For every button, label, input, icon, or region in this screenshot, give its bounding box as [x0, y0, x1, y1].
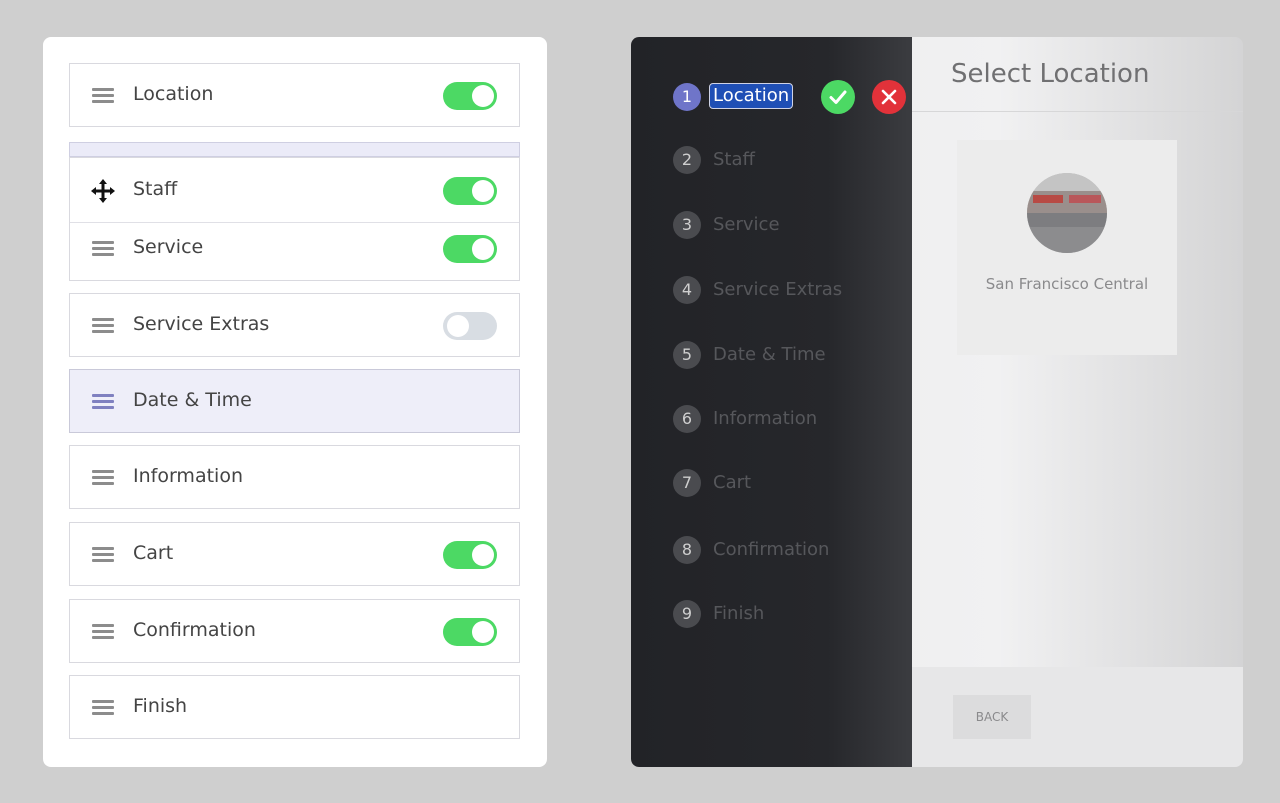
step-number: 2: [673, 146, 701, 174]
drag-handle-icon[interactable]: [92, 624, 114, 640]
step-label-editing[interactable]: Location: [709, 83, 794, 109]
location-name: San Francisco Central: [985, 275, 1149, 293]
step-label: Service Extras: [713, 279, 843, 300]
page-title: Select Location: [951, 59, 1150, 89]
footer-bar: BACK: [912, 667, 1243, 767]
toggle-knob: [472, 180, 494, 202]
drag-handle-icon[interactable]: [92, 700, 114, 716]
step-number: 5: [673, 341, 701, 369]
list-item-finish[interactable]: Finish: [69, 675, 520, 739]
drop-placeholder: [69, 142, 520, 157]
step-number: 1: [673, 83, 701, 111]
list-item-label: Confirmation: [133, 619, 256, 641]
list-item-information[interactable]: Information: [69, 445, 520, 509]
move-cursor-icon: [91, 179, 115, 203]
back-button[interactable]: BACK: [953, 695, 1031, 739]
cancel-edit-button[interactable]: [872, 80, 906, 114]
toggle-switch[interactable]: [443, 312, 497, 340]
location-photo: [1027, 173, 1107, 253]
step-label: Information: [713, 408, 818, 429]
list-item-confirmation[interactable]: Confirmation: [69, 599, 520, 663]
drag-handle-icon[interactable]: [92, 88, 114, 104]
toggle-knob: [472, 544, 494, 566]
drag-handle-icon[interactable]: [92, 470, 114, 486]
list-item-staff-dragging[interactable]: Staff Service: [69, 157, 520, 281]
list-item-cart[interactable]: Cart: [69, 522, 520, 586]
list-item-label: Finish: [133, 695, 188, 717]
drag-handle-icon[interactable]: [92, 547, 114, 563]
step-label: Service: [713, 214, 780, 235]
toggle-switch[interactable]: [443, 177, 497, 205]
toggle-knob: [472, 85, 494, 107]
step-number: 6: [673, 405, 701, 433]
drag-handle-icon[interactable]: [92, 318, 114, 334]
list-item-label: Cart: [133, 542, 174, 564]
drag-handle-icon[interactable]: [92, 394, 114, 410]
step-order-panel: Location Staff Service Service Extras Da…: [43, 37, 547, 767]
toggle-knob: [472, 238, 494, 260]
list-item-location[interactable]: Location: [69, 63, 520, 127]
check-icon: [829, 90, 847, 104]
toggle-knob: [472, 621, 494, 643]
step-label: Cart: [713, 472, 752, 493]
step-label: Confirmation: [713, 539, 830, 560]
location-card[interactable]: San Francisco Central: [957, 140, 1177, 355]
step-number: 3: [673, 211, 701, 239]
list-item-label: Service: [133, 236, 204, 258]
list-item-label: Staff: [133, 178, 178, 200]
list-item-label: Location: [133, 83, 214, 105]
list-item-service-extras[interactable]: Service Extras: [69, 293, 520, 357]
step-label: Finish: [713, 603, 765, 624]
list-item-label: Date & Time: [133, 389, 252, 411]
toggle-switch[interactable]: [443, 82, 497, 110]
confirm-edit-button[interactable]: [821, 80, 855, 114]
header-divider: [912, 111, 1243, 112]
step-number: 9: [673, 600, 701, 628]
toggle-switch[interactable]: [443, 235, 497, 263]
step-number: 8: [673, 536, 701, 564]
list-item-label: Information: [133, 465, 243, 487]
drag-handle-icon[interactable]: [92, 241, 114, 257]
close-icon: [881, 89, 897, 105]
toggle-knob: [447, 315, 469, 337]
step-number: 7: [673, 469, 701, 497]
booking-preview: 1 Location 2 Staff 3 Service 4 Service E…: [631, 37, 1243, 767]
steps-sidebar: 1 Location 2 Staff 3 Service 4 Service E…: [631, 37, 912, 767]
step-label: Staff: [713, 149, 755, 170]
toggle-switch[interactable]: [443, 618, 497, 646]
list-item-label: Service Extras: [133, 313, 270, 335]
step-label: Date & Time: [713, 344, 826, 365]
step-number: 4: [673, 276, 701, 304]
storefront-image-icon: [1027, 173, 1107, 253]
list-item-date-time[interactable]: Date & Time: [69, 369, 520, 433]
toggle-switch[interactable]: [443, 541, 497, 569]
